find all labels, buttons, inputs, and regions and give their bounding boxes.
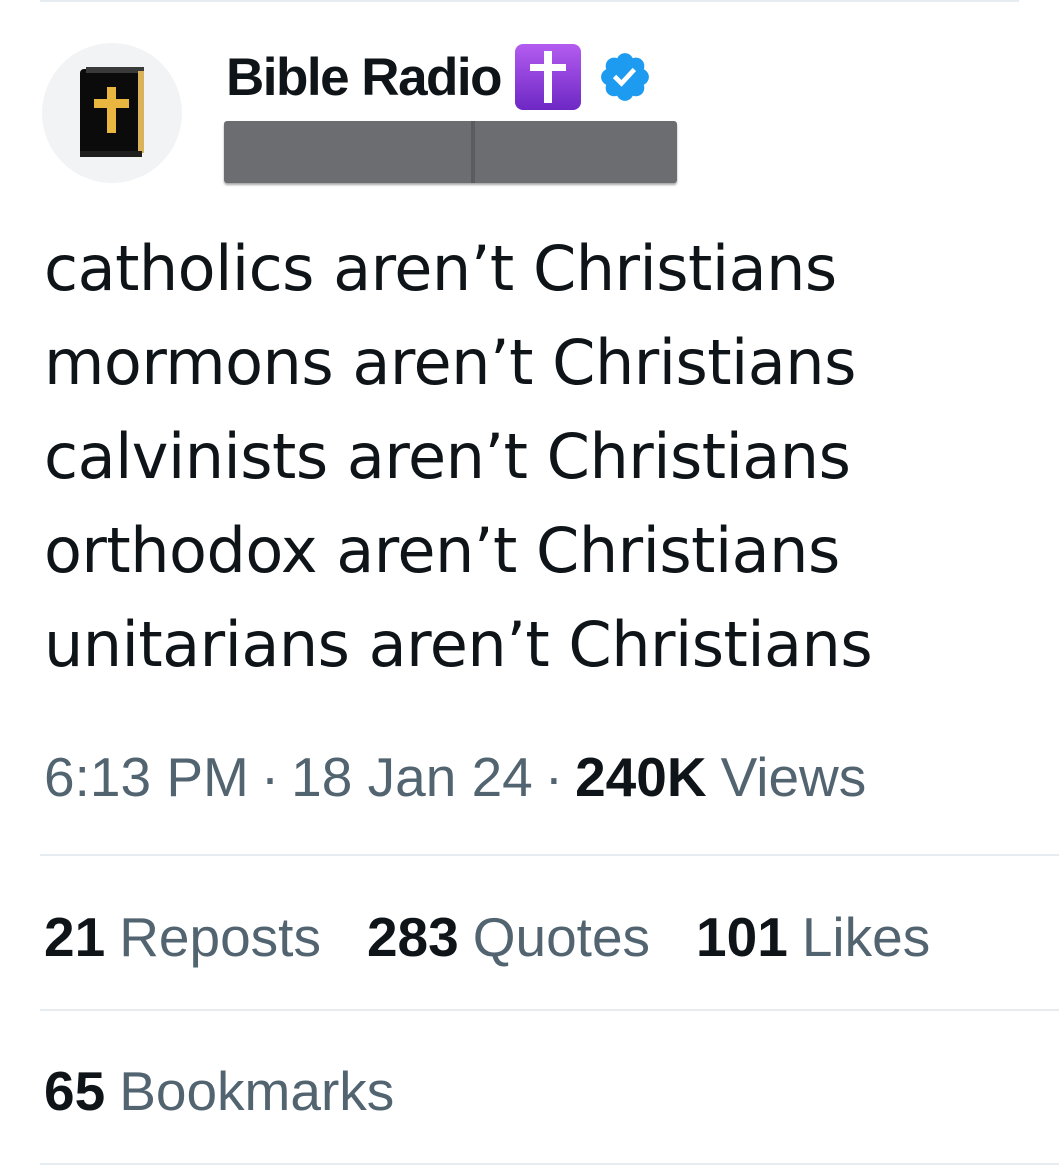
top-divider [40,0,1019,2]
quotes-label: Quotes [472,906,651,968]
bookmarks-count: 65 [44,1060,106,1122]
divider [40,854,1059,856]
author-name-row[interactable]: Bible Radio [226,42,653,112]
reposts-label: Reposts [119,906,321,968]
tweet-time[interactable]: 6:13 PM [44,745,249,809]
tweet-line: mormons aren’t Christians [44,326,856,399]
tweet-meta-row: 6:13 PM · 18 Jan 24 · 240K Views [44,740,866,814]
tweet-line: unitarians aren’t Christians [44,608,873,681]
likes-stat[interactable]: 101 Likes [696,905,930,969]
bookmarks-label: Bookmarks [119,1060,395,1122]
views-count[interactable]: 240K [575,745,706,809]
tweet-line: catholics aren’t Christians [44,232,837,305]
bookmarks-row: 65 Bookmarks [44,1054,394,1128]
bookmarks-stat[interactable]: 65 Bookmarks [44,1059,394,1123]
avatar[interactable] [42,43,182,183]
meta-separator: · [260,746,280,808]
verified-badge-icon [601,53,649,101]
latin-cross-emoji-icon [515,44,582,110]
quotes-stat[interactable]: 283 Quotes [367,905,650,969]
author-display-name[interactable]: Bible Radio [226,51,503,104]
redaction-seam [471,121,475,183]
likes-count: 101 [696,906,788,968]
divider [40,1009,1059,1011]
handle-redaction-bar [224,121,677,183]
reposts-count: 21 [44,906,106,968]
likes-label: Likes [801,906,931,968]
bible-book-icon [80,67,144,157]
views-label[interactable]: Views [721,745,867,809]
tweet-line: calvinists aren’t Christians [44,420,851,493]
tweet-text: catholics aren’t Christians mormons aren… [44,222,1034,692]
tweet-date[interactable]: 18 Jan 24 [291,745,533,809]
reposts-stat[interactable]: 21 Reposts [44,905,321,969]
tweet-line: orthodox aren’t Christians [44,514,840,587]
quotes-count: 283 [366,906,459,968]
divider [40,1163,1059,1165]
meta-separator: · [544,746,564,808]
engagement-stats-row: 21 Reposts 283 Quotes 101 Likes [44,900,930,974]
